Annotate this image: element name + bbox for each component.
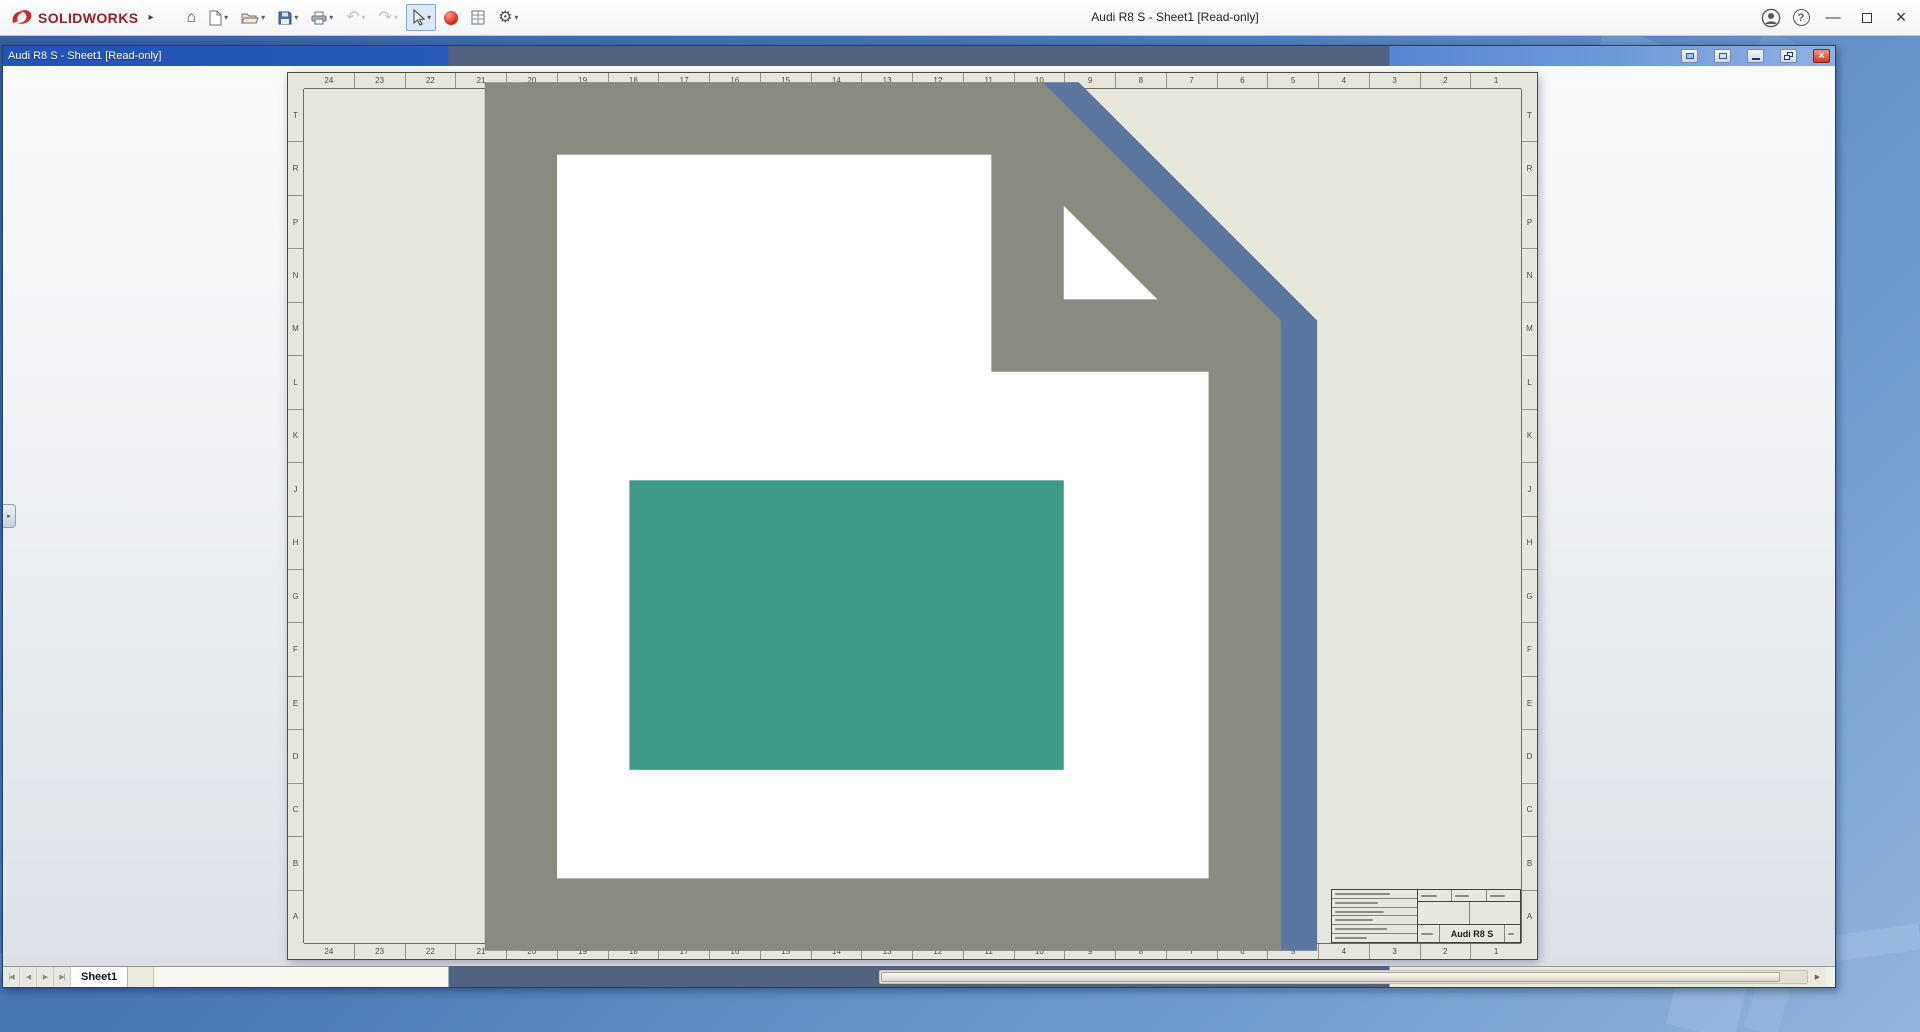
brand-name: SOLIDWORKS <box>38 10 138 26</box>
select-cursor-icon <box>411 9 425 26</box>
redo-icon: ↷ <box>379 10 392 26</box>
print-dropdown[interactable]: ▾ <box>329 13 333 22</box>
account-button[interactable] <box>1756 0 1786 36</box>
help-icon: ? <box>1793 9 1810 26</box>
home-icon: ⌂ <box>186 10 196 26</box>
options-button[interactable]: ⚙ ▾ <box>493 4 523 31</box>
gear-icon: ⚙ <box>498 10 512 26</box>
help-button[interactable]: ? <box>1786 0 1816 36</box>
solidworks-app: SOLIDWORKS ▸ ⌂ ▾ ▾ ▾ ▾ ↶ ▾ <box>0 0 1920 1032</box>
maximize-icon <box>1862 13 1872 23</box>
app-title: Audi R8 S - Sheet1 [Read-only] <box>1020 10 1330 24</box>
sheet-tab-bar: |◀ ◀ ▶ ▶| Sheet1 ◀ ▶ <box>3 966 1835 987</box>
home-button[interactable]: ⌂ <box>181 4 201 31</box>
open-button[interactable]: ▾ <box>236 4 270 31</box>
app-close-button[interactable]: × <box>1884 0 1918 36</box>
mdi-backdrop: Audi R8 S - Sheet1 [Read-only] × ▸ 24232… <box>0 36 1920 1032</box>
new-document-dropdown[interactable]: ▾ <box>224 13 228 22</box>
app-titlebar: SOLIDWORKS ▸ ⌂ ▾ ▾ ▾ ▾ ↶ ▾ <box>0 0 1920 36</box>
add-sheet-button[interactable] <box>128 967 154 987</box>
account-icon <box>1761 8 1781 28</box>
open-folder-icon <box>241 11 259 24</box>
options-dropdown[interactable]: ▾ <box>514 13 518 22</box>
print-button[interactable]: ▾ <box>306 4 338 31</box>
save-button[interactable]: ▾ <box>273 4 303 31</box>
solidworks-logo: SOLIDWORKS <box>10 8 138 28</box>
save-icon <box>278 11 292 25</box>
undo-button[interactable]: ↶ ▾ <box>341 4 370 31</box>
sheet-format-button[interactable] <box>466 4 490 31</box>
redo-button[interactable]: ↷ ▾ <box>374 4 403 31</box>
document-window: Audi R8 S - Sheet1 [Read-only] × ▸ 24232… <box>2 45 1836 988</box>
scrollbar-thumb[interactable] <box>881 972 1780 982</box>
undo-dropdown[interactable]: ▾ <box>362 13 366 22</box>
app-maximize-button[interactable] <box>1850 0 1884 36</box>
select-tool-button[interactable]: ▾ <box>406 4 436 31</box>
window-controls: ? — × <box>1756 0 1918 36</box>
undo-icon: ↶ <box>346 10 359 26</box>
sheet-format-icon <box>471 10 485 25</box>
scrollbar-track[interactable] <box>879 970 1808 984</box>
menu-expand-arrow-icon[interactable]: ▸ <box>148 12 153 23</box>
app-minimize-button[interactable]: — <box>1816 0 1850 36</box>
select-dropdown[interactable]: ▾ <box>427 13 431 22</box>
add-sheet-icon <box>3 46 1835 987</box>
solidworks-logo-mark <box>10 8 34 28</box>
print-icon <box>311 11 327 25</box>
render-sphere-button[interactable] <box>439 4 463 31</box>
open-dropdown[interactable]: ▾ <box>261 13 265 22</box>
render-sphere-icon <box>444 11 458 25</box>
redo-dropdown[interactable]: ▾ <box>394 13 398 22</box>
new-document-icon <box>209 10 222 26</box>
quick-access-toolbar: ⌂ ▾ ▾ ▾ ▾ ↶ ▾ ↷ ▾ <box>181 4 523 31</box>
save-dropdown[interactable]: ▾ <box>294 13 298 22</box>
new-document-button[interactable]: ▾ <box>204 4 233 31</box>
